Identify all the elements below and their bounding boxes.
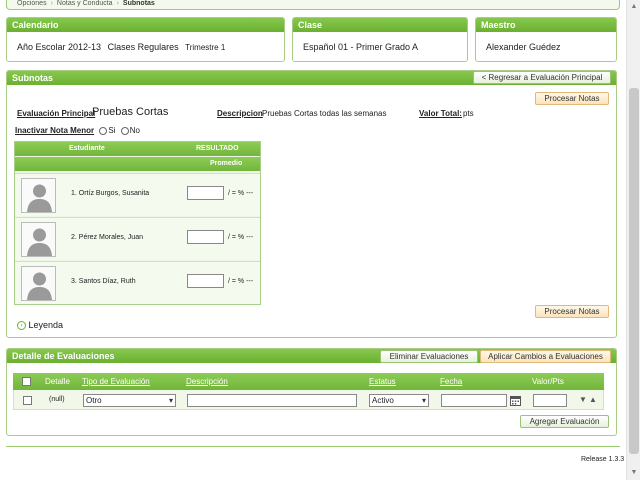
scroll-up-arrow-icon[interactable]: ▲ bbox=[627, 0, 640, 14]
select-all-checkbox[interactable] bbox=[22, 377, 31, 386]
table-row: (null) Otro Activo ▼ ▲ bbox=[13, 390, 604, 410]
student-grade-input[interactable] bbox=[187, 274, 224, 288]
valor-total-value: pts bbox=[463, 109, 474, 118]
radio-no-label: No bbox=[129, 126, 140, 135]
fecha-input[interactable] bbox=[441, 394, 507, 407]
radio-si-label: Si bbox=[108, 126, 116, 135]
estatus-select[interactable]: Activo bbox=[369, 394, 429, 407]
clase-panel: Clase Español 01 - Primer Grado A bbox=[292, 17, 468, 62]
student-grade-suffix: / = % --- bbox=[228, 190, 254, 197]
delete-evaluations-button[interactable]: Eliminar Evaluaciones bbox=[380, 350, 478, 363]
main-content: Opciones › Notas y Conducta › Subnotas Calen… bbox=[0, 0, 626, 480]
descripcion-value: Pruebas Cortas todas las semanas bbox=[262, 109, 387, 118]
scroll-thumb[interactable] bbox=[629, 88, 639, 454]
maestro-panel: Maestro Alexander Guédez bbox=[475, 17, 617, 62]
arrow-up-icon[interactable]: ▲ bbox=[589, 395, 597, 404]
scroll-down-arrow-icon[interactable]: ▼ bbox=[627, 466, 640, 480]
leyenda-label: Leyenda bbox=[28, 320, 64, 330]
add-evaluation-button[interactable]: Agregar Evaluación bbox=[520, 415, 609, 428]
table-row: 2. Pérez Morales, Juan / = % --- bbox=[15, 217, 260, 260]
descripcion-input[interactable] bbox=[187, 394, 357, 407]
footer-divider bbox=[6, 446, 620, 447]
inactivar-nota-row: Inactivar Nota Menor Si No bbox=[15, 126, 140, 135]
col-tipo-evaluacion[interactable]: Tipo de Evaluación bbox=[82, 377, 150, 386]
student-name: 2. Pérez Morales, Juan bbox=[71, 234, 143, 241]
calendar-icon[interactable] bbox=[510, 395, 521, 406]
student-grade-suffix: / = % --- bbox=[228, 278, 254, 285]
expand-icon: › bbox=[17, 321, 26, 331]
process-notes-button-bottom[interactable]: Procesar Notas bbox=[535, 305, 609, 318]
clase-header: Clase bbox=[293, 18, 467, 32]
grid-subheader-row: Promedio bbox=[15, 157, 260, 171]
student-name: 3. Santos Díaz, Ruth bbox=[71, 278, 136, 285]
breadcrumb-current: Subnotas bbox=[122, 0, 155, 7]
apply-changes-button[interactable]: Aplicar Cambios a Evaluaciones bbox=[480, 350, 611, 363]
row-checkbox[interactable] bbox=[23, 396, 32, 405]
maestro-value: Alexander Guédez bbox=[486, 42, 561, 52]
evaluations-table-header: Detalle Tipo de Evaluación Descripción E… bbox=[13, 373, 604, 390]
process-notes-button-top[interactable]: Procesar Notas bbox=[535, 92, 609, 105]
col-estatus[interactable]: Estatus bbox=[369, 377, 396, 386]
maestro-header: Maestro bbox=[476, 18, 616, 32]
student-name: 1. Ortíz Burgos, Susanita bbox=[71, 190, 150, 197]
col-promedio: Promedio bbox=[210, 160, 243, 167]
col-descripcion[interactable]: Descripción bbox=[186, 377, 228, 386]
breadcrumb: Opciones › Notas y Conducta › Subnotas bbox=[6, 0, 620, 10]
grid-header-row: Estudiante RESULTADO bbox=[15, 142, 260, 156]
row-detalle-value: (null) bbox=[49, 396, 65, 403]
avatar-silhouette-icon bbox=[21, 178, 56, 213]
radio-no[interactable] bbox=[120, 126, 129, 135]
student-grade-suffix: / = % --- bbox=[228, 234, 254, 241]
calendario-term: Trimestre 1 bbox=[185, 43, 226, 52]
avatar-silhouette-icon bbox=[21, 266, 56, 301]
col-estudiante: Estudiante bbox=[69, 145, 105, 152]
student-grade-input[interactable] bbox=[187, 186, 224, 200]
eval-principal-value: Pruebas Cortas bbox=[92, 106, 169, 118]
col-resultado: RESULTADO bbox=[196, 145, 239, 152]
breadcrumb-notas[interactable]: Notas y Conducta bbox=[57, 0, 113, 7]
valor-total-label: Valor Total: bbox=[419, 109, 462, 118]
clase-value: Español 01 - Primer Grado A bbox=[303, 42, 419, 52]
breadcrumb-opciones[interactable]: Opciones bbox=[17, 0, 47, 7]
descripcion-label: Descripcion bbox=[217, 109, 263, 118]
inactivar-label: Inactivar Nota Menor bbox=[15, 126, 95, 135]
avatar-silhouette-icon bbox=[21, 222, 56, 257]
table-row: 1. Ortíz Burgos, Susanita / = % --- bbox=[15, 173, 260, 216]
radio-si[interactable] bbox=[99, 126, 108, 135]
arrow-down-icon[interactable]: ▼ bbox=[579, 395, 587, 404]
col-valor-pts: Valor/Pts bbox=[532, 377, 564, 386]
calendario-header: Calendario bbox=[7, 18, 284, 32]
release-version: Release 1.3.3 bbox=[581, 456, 625, 463]
students-grid: Estudiante RESULTADO Promedio 1. Ortíz B… bbox=[14, 141, 261, 305]
calendario-type: Clases Regulares bbox=[107, 42, 179, 52]
vertical-scrollbar[interactable]: ▲ ▼ bbox=[626, 0, 640, 480]
back-to-main-eval-button[interactable]: < Regresar a Evaluación Principal bbox=[473, 71, 611, 84]
leyenda-toggle[interactable]: › Leyenda bbox=[17, 320, 64, 331]
col-detalle: Detalle bbox=[45, 377, 70, 386]
col-fecha[interactable]: Fecha bbox=[440, 377, 462, 386]
calendario-year: Año Escolar 2012-13 bbox=[17, 42, 102, 52]
tipo-evaluacion-select[interactable]: Otro bbox=[83, 394, 176, 407]
table-row: 3. Santos Díaz, Ruth / = % --- bbox=[15, 261, 260, 304]
valor-pts-input[interactable] bbox=[533, 394, 567, 407]
eval-principal-label: Evaluación Principal bbox=[17, 109, 96, 118]
calendario-panel: Calendario Año Escolar 2012-13 Clases Re… bbox=[6, 17, 285, 62]
student-grade-input[interactable] bbox=[187, 230, 224, 244]
